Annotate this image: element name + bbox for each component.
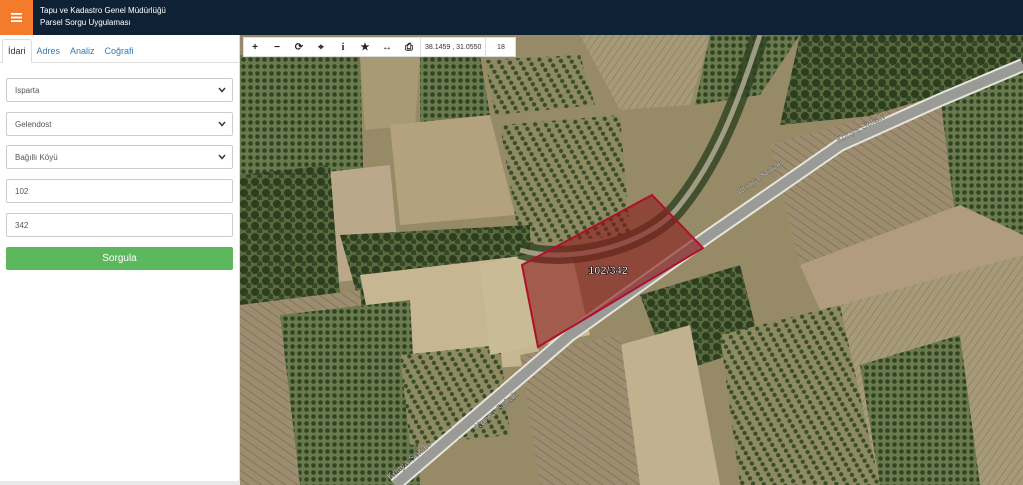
satellite-map[interactable]: 102/342 Konya Sokak Konya Sokak Konya So… [240, 35, 1023, 485]
zoom-level: 18 [485, 37, 515, 57]
info-icon[interactable]: i [332, 37, 354, 57]
ilce-select[interactable]: Gelendost [6, 112, 233, 136]
refresh-icon[interactable]: ⟳ [288, 37, 310, 57]
chevron-down-icon [218, 120, 226, 129]
orchard-field [485, 55, 595, 115]
sidebar-tabs: İdari Adres Analiz Coğrafi [0, 35, 239, 63]
print-icon[interactable]: ⎙ [398, 37, 420, 57]
app-title-line1: Tapu ve Kadastro Genel Müdürlüğü [40, 6, 166, 15]
chevron-down-icon [218, 153, 226, 162]
parcel-label: 102/342 [588, 265, 628, 277]
ada-input-value: 102 [15, 186, 29, 196]
tab-idari[interactable]: İdari [2, 39, 32, 63]
il-select[interactable]: Isparta [6, 78, 233, 102]
zoom-out-icon[interactable]: − [266, 37, 288, 57]
field [360, 55, 420, 130]
orchard-field [420, 55, 490, 125]
app-header: Tapu ve Kadastro Genel Müdürlüğü Parsel … [0, 0, 1023, 35]
coordinate-readout: 38.1459 , 31.0550 [420, 37, 485, 57]
tab-analiz[interactable]: Analiz [65, 40, 100, 62]
sorgula-button[interactable]: Sorgula [6, 247, 233, 270]
parsel-input-value: 342 [15, 220, 29, 230]
map-toolbar: + − ⟳ ⌖ i ★ ↔ ⎙ 38.1459 , 31.0550 18 [243, 37, 517, 57]
parsel-input[interactable]: 342 [6, 213, 233, 237]
tree-cover [240, 165, 340, 305]
hamburger-icon [11, 9, 22, 27]
tab-cografi[interactable]: Coğrafi [100, 40, 139, 62]
ilce-select-value: Gelendost [15, 119, 52, 129]
menu-button[interactable] [0, 0, 33, 35]
mahalle-select-value: Bağıllı Köyü [15, 152, 58, 162]
chevron-down-icon [218, 86, 226, 95]
sidebar-scrollbar[interactable] [0, 481, 240, 485]
app-title: Tapu ve Kadastro Genel Müdürlüğü Parsel … [40, 5, 166, 29]
zoom-in-icon[interactable]: + [244, 37, 266, 57]
locate-icon[interactable]: ⌖ [310, 37, 332, 57]
star-icon[interactable]: ★ [354, 37, 376, 57]
sidebar: İdari Adres Analiz Coğrafi Isparta Gelen… [0, 35, 240, 485]
measure-icon[interactable]: ↔ [376, 37, 398, 57]
tab-adres[interactable]: Adres [32, 40, 66, 62]
ada-input[interactable]: 102 [6, 179, 233, 203]
app-title-line2: Parsel Sorgu Uygulaması [40, 18, 131, 27]
orchard-field [280, 300, 420, 485]
il-select-value: Isparta [15, 85, 40, 95]
mahalle-select[interactable]: Bağıllı Köyü [6, 145, 233, 169]
map-view[interactable]: 102/342 Konya Sokak Konya Sokak Konya So… [240, 35, 1023, 485]
